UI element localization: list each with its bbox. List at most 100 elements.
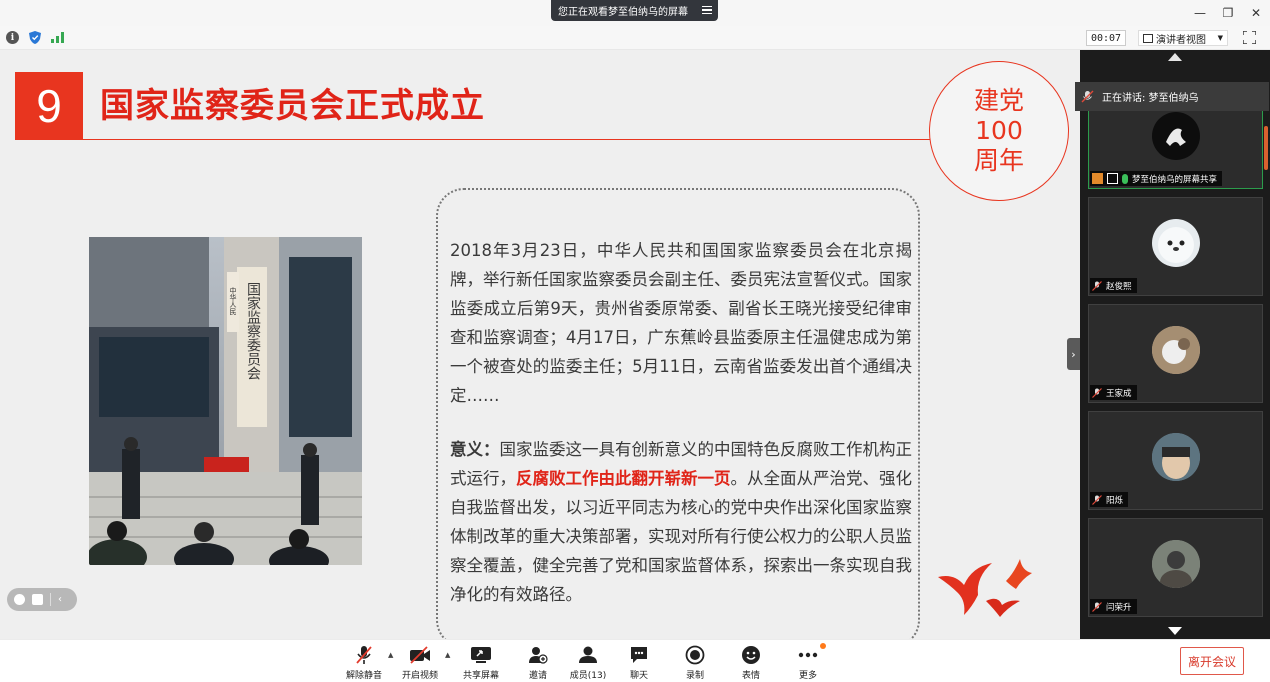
more-label: 更多 (798, 671, 817, 681)
badge-line-3: 周年 (973, 146, 1024, 175)
more-button[interactable]: 更多 (780, 645, 836, 681)
share-screen-button[interactable]: 共享屏幕 (453, 645, 509, 681)
layout-icon (1143, 33, 1153, 43)
record-button[interactable]: 录制 (667, 645, 723, 681)
chat-icon (628, 645, 650, 665)
view-mode-dropdown[interactable]: 演讲者视图 ▼ (1138, 30, 1228, 46)
significance-text-b: 。从全面从严治党、强化自我监督出发，以习近平同志为核心的党中央作出深化国家监察体… (450, 469, 912, 604)
participant-name: 阳烁 (1106, 495, 1124, 506)
speaking-indicator: 正在讲话: 梦至伯纳乌 (1075, 82, 1269, 111)
badge-line-2: 100 (975, 116, 1023, 145)
avatar (1152, 112, 1200, 160)
video-options-caret[interactable]: ▲ (445, 651, 450, 659)
participant-tile[interactable]: 闫荣升 (1088, 518, 1263, 617)
title-underline (15, 139, 930, 140)
more-icon (797, 645, 819, 665)
svg-text:国家监察委员会: 国家监察委员会 (245, 282, 261, 380)
mic-muted-icon (1092, 494, 1102, 505)
chat-icon[interactable] (32, 594, 43, 605)
invite-label: 邀请 (528, 671, 547, 681)
emoji-button[interactable]: 表情 (723, 645, 779, 681)
panel-scrollbar[interactable] (1264, 126, 1268, 170)
info-icon[interactable]: i (6, 31, 19, 44)
paragraph-history: 2018年3月23日，中华人民共和国国家监察委员会在北京揭牌，举行新任国家监察委… (450, 241, 912, 405)
user-icon (1092, 173, 1103, 184)
chevron-down-icon: ▼ (1217, 34, 1223, 42)
participant-name: 闫荣升 (1106, 602, 1132, 613)
add-user-icon (527, 645, 549, 665)
participant-namebar: 闫荣升 (1090, 599, 1137, 614)
members-button[interactable]: 成员(13) (560, 645, 616, 681)
doves-decoration (938, 559, 1032, 617)
invite-button[interactable]: 邀请 (510, 645, 566, 681)
badge-line-1: 建党 (973, 86, 1024, 115)
minimize-button[interactable]: — (1186, 0, 1214, 26)
mic-muted-icon (1092, 280, 1102, 291)
smile-icon (740, 645, 762, 665)
close-button[interactable]: ✕ (1242, 0, 1270, 26)
participant-namebar: 梦至伯纳乌的屏幕共享 (1090, 171, 1223, 186)
restore-button[interactable]: ❐ (1214, 0, 1242, 26)
mic-muted-icon (1081, 90, 1094, 103)
collapse-panel-button[interactable]: › (1067, 338, 1080, 370)
mic-muted-icon (1092, 387, 1102, 398)
signal-icon[interactable] (51, 32, 64, 43)
chat-button[interactable]: 聊天 (611, 645, 667, 681)
slide-title: 国家监察委员会正式成立 (100, 86, 485, 126)
paragraph-significance: 意义：国家监委这一具有创新意义的中国特色反腐败工作机构正式运行，反腐败工作由此翻… (450, 435, 912, 609)
participant-tile[interactable]: 阳烁 (1088, 411, 1263, 510)
participant-name: 王家成 (1106, 388, 1132, 399)
emoji-icon[interactable] (14, 594, 25, 605)
notification-dot (820, 643, 826, 649)
chat-label: 聊天 (629, 671, 648, 681)
record-label: 录制 (685, 671, 704, 681)
members-label: 成员(13) (569, 671, 607, 681)
mic-muted-icon (1092, 601, 1102, 612)
shared-slide: 9 国家监察委员会正式成立 建党 100 周年 中华人民 国家监察委员会 201… (0, 50, 1080, 639)
significance-label: 意义： (450, 440, 500, 459)
participant-namebar: 赵俊熙 (1090, 278, 1137, 293)
emoji-label: 表情 (741, 671, 760, 681)
unmute-label: 解除静音 (345, 671, 382, 681)
share-screen-icon (470, 645, 492, 665)
members-icon (577, 645, 599, 665)
participant-name: 梦至伯纳乌的屏幕共享 (1132, 174, 1218, 185)
shield-icon[interactable] (29, 31, 41, 44)
meeting-info-bar (0, 26, 1270, 50)
avatar (1152, 433, 1200, 481)
floating-controls[interactable]: ‹ (7, 588, 77, 611)
participant-tile[interactable]: 王家成 (1088, 304, 1263, 403)
share-screen-label: 共享屏幕 (462, 671, 499, 681)
leave-meeting-button[interactable]: 离开会议 (1180, 647, 1244, 675)
content-textbox: 2018年3月23日，中华人民共和国国家监察委员会在北京揭牌，举行新任国家监察委… (436, 188, 920, 639)
unveiling-photo: 中华人民 国家监察委员会 (89, 237, 362, 565)
avatar (1152, 540, 1200, 588)
mic-active-icon (1122, 173, 1128, 184)
menu-icon[interactable] (702, 6, 712, 14)
fullscreen-icon[interactable] (1243, 31, 1256, 44)
scroll-up-arrow[interactable] (1168, 53, 1182, 61)
unmute-button[interactable]: 解除静音 (336, 645, 392, 681)
participant-tile[interactable]: 赵俊熙 (1088, 197, 1263, 296)
start-video-label: 开启视频 (401, 671, 438, 681)
view-mode-label: 演讲者视图 (1156, 34, 1206, 46)
record-icon (684, 645, 706, 665)
share-banner-text: 您正在观看梦至伯纳乌的屏幕 (558, 7, 688, 18)
camera-off-icon (409, 645, 431, 665)
mic-muted-icon (353, 645, 375, 665)
significance-highlight: 反腐败工作由此翻开崭新一页 (516, 469, 731, 488)
meeting-timer: 00:07 (1086, 30, 1126, 46)
anniversary-badge: 建党 100 周年 (929, 61, 1069, 201)
screen-share-banner[interactable]: 您正在观看梦至伯纳乌的屏幕 (551, 0, 718, 21)
chevron-left-icon[interactable]: ‹ (58, 594, 62, 605)
window-controls: — ❐ ✕ (1186, 0, 1270, 26)
start-video-button[interactable]: 开启视频 (392, 645, 448, 681)
avatar (1152, 219, 1200, 267)
participant-name: 赵俊熙 (1106, 281, 1132, 292)
participant-namebar: 王家成 (1090, 385, 1137, 400)
svg-text:中华人民: 中华人民 (229, 286, 237, 316)
screen-share-icon (1107, 173, 1118, 184)
scroll-down-arrow[interactable] (1168, 627, 1182, 635)
divider (50, 593, 51, 606)
speaking-text: 正在讲话: 梦至伯纳乌 (1102, 93, 1199, 104)
